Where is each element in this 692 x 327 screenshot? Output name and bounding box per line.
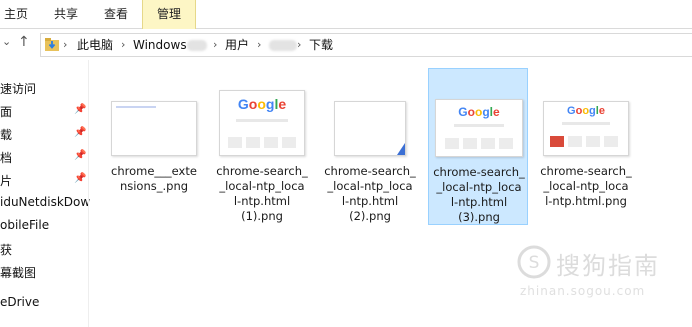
file-item-selected[interactable]: Google chrome-search_ _local-ntp_loca l-nt… (428, 68, 528, 225)
crumb-windows[interactable]: Windows (133, 34, 187, 56)
file-name: chrome___exte nsions_.png (111, 164, 197, 193)
sidebar-item-downloads[interactable]: 载 (0, 126, 12, 143)
crumb-separator-icon: › (213, 38, 218, 51)
tab-home[interactable]: 主页 (4, 0, 28, 28)
crumb-this-pc[interactable]: 此电脑 (77, 34, 113, 56)
tab-view[interactable]: 查看 (104, 0, 128, 28)
recent-dropdown-icon[interactable]: ⌄ (2, 35, 11, 48)
file-name: chrome-search_ _local-ntp_loca l-ntp.html.… (540, 164, 632, 208)
file-name: chrome-search_ _local-ntp_loca l-ntp.html(… (216, 164, 308, 223)
folder-download-icon (45, 38, 59, 51)
pin-icon: 📌 (74, 104, 87, 115)
sidebar-item-capture[interactable]: 获 (0, 241, 12, 258)
watermark-text: 搜狗指南 (556, 252, 660, 280)
pin-icon: 📌 (74, 150, 87, 161)
google-logo: Google (237, 96, 287, 112)
sidebar-item-onedrive[interactable]: eDrive (0, 295, 39, 309)
file-thumbnail: Google (435, 99, 523, 157)
navigation-bar: ⌄ ↑ › 此电脑 › Windows › 用户 › › 下载 (0, 29, 692, 59)
file-thumbnail: Google (543, 101, 629, 156)
file-thumbnail (111, 101, 197, 156)
sidebar-item-baidunetdisk[interactable]: iduNetdiskDow (0, 195, 90, 209)
sidebar-item-desktop[interactable]: 面 (0, 103, 12, 120)
crumb-downloads[interactable]: 下载 (309, 34, 333, 56)
redacted-blur (269, 40, 297, 51)
file-item[interactable]: Google chrome-search_ _local-ntp_loca l-nt… (536, 68, 636, 225)
tab-share[interactable]: 共享 (54, 0, 78, 28)
sidebar-item-pictures[interactable]: 片 (0, 172, 12, 189)
watermark-url: zhinan.sogou.com (520, 284, 646, 298)
file-thumbnail (334, 101, 406, 156)
address-bar[interactable]: › 此电脑 › Windows › 用户 › › 下载 (40, 33, 692, 57)
sogou-logo-icon: S (517, 245, 551, 279)
up-arrow-icon[interactable]: ↑ (18, 34, 30, 50)
tab-manage[interactable]: 管理 (142, 0, 197, 29)
file-thumbnail: Google (219, 90, 305, 156)
sidebar-item-screenshots[interactable]: 幕截图 (0, 264, 36, 281)
svg-text:S: S (529, 253, 540, 273)
ribbon: 主页 共享 查看 管理 (0, 0, 692, 29)
file-item[interactable]: chrome-search_ _local-ntp_loca l-ntp.html(… (320, 68, 420, 225)
pin-icon: 📌 (74, 173, 87, 184)
sidebar-item-mobilefile[interactable]: obileFile (0, 218, 49, 232)
pin-icon: 📌 (74, 127, 87, 138)
redacted-blur (187, 40, 207, 51)
google-logo: Google (458, 105, 500, 119)
google-logo: Google (567, 105, 605, 117)
file-name: chrome-search_ _local-ntp_loca l-ntp.html(… (433, 165, 525, 224)
crumb-separator-icon: › (63, 38, 68, 51)
sogou-watermark: S 搜狗指南 zhinan.sogou.com (516, 244, 686, 304)
sidebar-item-quick-access[interactable]: 速访问 (0, 80, 36, 97)
file-item[interactable]: chrome___exte nsions_.png (104, 68, 204, 225)
crumb-separator-icon: › (297, 38, 302, 51)
crumb-users[interactable]: 用户 (225, 34, 249, 56)
crumb-separator-icon: › (121, 38, 126, 51)
pane-divider (88, 60, 89, 327)
sidebar-item-documents[interactable]: 档 (0, 149, 12, 166)
file-item[interactable]: Google chrome-search_ _local-ntp_loca l-nt… (212, 68, 312, 225)
file-name: chrome-search_ _local-ntp_loca l-ntp.html(… (324, 164, 416, 223)
crumb-separator-icon: › (257, 38, 262, 51)
